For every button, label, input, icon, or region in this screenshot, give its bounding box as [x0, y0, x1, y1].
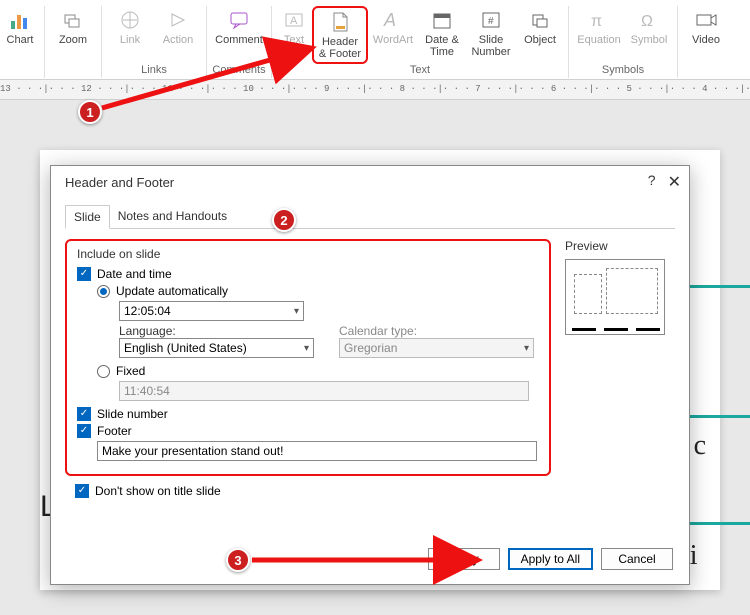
chevron-down-icon: ▾: [304, 343, 309, 354]
symbol-button[interactable]: Ω Symbol: [625, 6, 673, 64]
preview-thumbnail: [565, 259, 665, 335]
equation-button[interactable]: π Equation: [573, 6, 625, 64]
chart-label: Chart: [7, 34, 34, 46]
ribbon: Chart Zoom Link Action Links: [0, 0, 750, 80]
dont-show-checkbox[interactable]: [75, 484, 89, 498]
slide-number-icon: #: [479, 8, 503, 32]
chevron-down-icon: ▾: [524, 343, 529, 354]
symbol-icon: Ω: [637, 8, 661, 32]
slide-number-checkbox[interactable]: [77, 407, 91, 421]
calendar-combo: Gregorian▾: [339, 338, 534, 358]
svg-text:#: #: [488, 16, 494, 27]
comment-button[interactable]: Comment: [211, 6, 267, 64]
footer-checkbox-row[interactable]: Footer: [77, 424, 539, 438]
action-icon: [166, 8, 190, 32]
link-icon: [118, 8, 142, 32]
text-button[interactable]: A Text: [276, 6, 312, 64]
wordart-icon: A: [381, 8, 405, 32]
date-time-button[interactable]: Date & Time: [418, 6, 466, 64]
close-button[interactable]: ✕: [668, 172, 681, 192]
footer-checkbox[interactable]: [77, 424, 91, 438]
chevron-down-icon: ▾: [294, 306, 299, 317]
fixed-time-input: 11:40:54: [119, 381, 529, 401]
slide-number-button[interactable]: # Slide Number: [466, 6, 516, 64]
date-time-checkbox[interactable]: [77, 267, 91, 281]
calendar-label: Calendar type:: [339, 324, 539, 338]
include-on-slide-group: Include on slide Date and time Update au…: [65, 239, 551, 476]
symbols-group-label: Symbols: [602, 64, 644, 78]
links-group-label: Links: [141, 64, 167, 78]
dont-show-checkbox-row[interactable]: Don't show on title slide: [75, 484, 551, 498]
text-group-label: Text: [410, 64, 430, 78]
comments-group-label: Comments: [212, 64, 265, 78]
dialog-titlebar: Header and Footer ? ✕: [51, 166, 689, 198]
video-button[interactable]: Video: [682, 6, 730, 64]
preview-label: Preview: [565, 239, 675, 253]
svg-text:A: A: [383, 10, 396, 30]
footer-text-input[interactable]: Make your presentation stand out!: [97, 441, 537, 461]
date-time-icon: [430, 8, 454, 32]
tab-slide[interactable]: Slide: [65, 205, 110, 229]
action-button[interactable]: Action: [154, 6, 202, 64]
video-icon: [694, 8, 718, 32]
cancel-button[interactable]: Cancel: [601, 548, 673, 570]
wordart-button[interactable]: A WordArt: [368, 6, 418, 64]
svg-text:π: π: [591, 13, 602, 30]
update-auto-radio-row[interactable]: Update automatically: [97, 284, 539, 298]
annotation-badge-2: 2: [272, 208, 296, 232]
equation-icon: π: [587, 8, 611, 32]
comment-icon: [227, 8, 251, 32]
dialog-title: Header and Footer: [65, 175, 174, 190]
dialog-tabs: Slide Notes and Handouts: [65, 204, 675, 229]
apply-button[interactable]: Apply: [428, 548, 500, 570]
annotation-badge-1: 1: [78, 100, 102, 124]
annotation-badge-3: 3: [226, 548, 250, 572]
fixed-radio[interactable]: [97, 365, 110, 378]
chart-button[interactable]: Chart: [0, 6, 40, 64]
include-label: Include on slide: [77, 247, 539, 261]
language-combo[interactable]: English (United States)▾: [119, 338, 314, 358]
svg-text:Ω: Ω: [641, 13, 653, 30]
slide-number-checkbox-row[interactable]: Slide number: [77, 407, 539, 421]
header-footer-icon: [328, 10, 352, 34]
zoom-icon: [61, 8, 85, 32]
tab-notes-handouts[interactable]: Notes and Handouts: [110, 205, 235, 229]
header-footer-dialog: Header and Footer ? ✕ Slide Notes and Ha…: [50, 165, 690, 585]
header-footer-button[interactable]: Header & Footer: [312, 6, 368, 64]
object-icon: [528, 8, 552, 32]
ruler: 13 · · ·|· · · 12 · · ·|· · · 11 · · ·|·…: [0, 80, 750, 100]
apply-to-all-button[interactable]: Apply to All: [508, 548, 593, 570]
help-button[interactable]: ?: [648, 172, 656, 192]
textbox-icon: A: [282, 8, 306, 32]
language-label: Language:: [119, 324, 319, 338]
link-button[interactable]: Link: [106, 6, 154, 64]
object-button[interactable]: Object: [516, 6, 564, 64]
update-auto-radio[interactable]: [97, 285, 110, 298]
zoom-button[interactable]: Zoom: [49, 6, 97, 64]
chart-icon: [8, 8, 32, 32]
date-time-checkbox-row[interactable]: Date and time: [77, 267, 539, 281]
time-format-combo[interactable]: 12:05:04▾: [119, 301, 304, 321]
fixed-radio-row[interactable]: Fixed: [97, 364, 539, 378]
svg-text:A: A: [290, 15, 298, 27]
